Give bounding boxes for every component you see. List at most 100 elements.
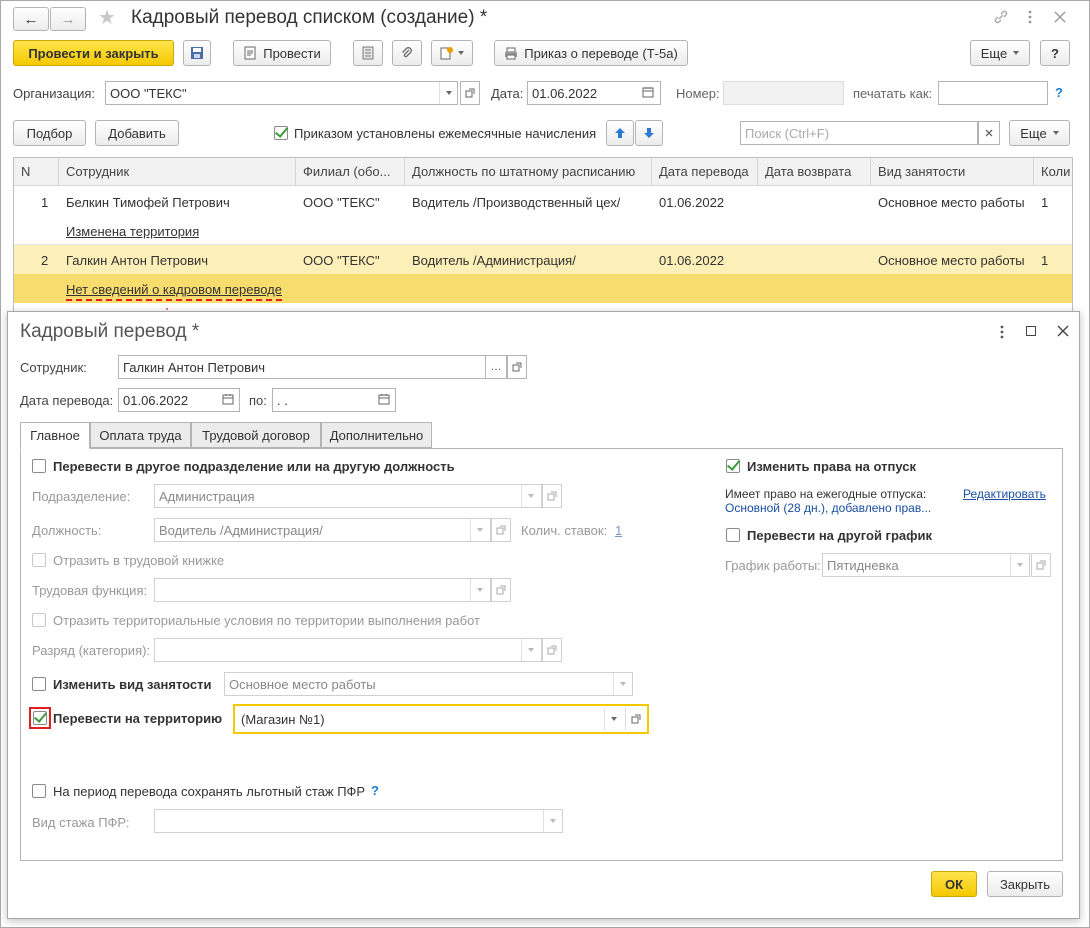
number-field[interactable] <box>723 81 844 105</box>
search-input[interactable]: Поиск (Ctrl+F) <box>740 121 978 145</box>
transfer-dept-checkbox[interactable] <box>32 459 46 473</box>
save-button[interactable] <box>183 40 211 66</box>
vacation-value[interactable]: Основной (28 дн.), добавлено прав... <box>725 501 931 515</box>
calendar-icon[interactable] <box>642 86 654 98</box>
column-header[interactable]: Филиал (обо... <box>296 158 405 186</box>
post-button[interactable]: Провести <box>233 40 331 66</box>
list-more-button[interactable]: Еще <box>1009 120 1070 146</box>
pfr-help-icon[interactable]: ? <box>371 783 379 798</box>
tab-additional[interactable]: Дополнительно <box>321 422 432 448</box>
change-employment-type-label: Изменить вид занятости <box>53 677 212 692</box>
tab-contract[interactable]: Трудовой договор <box>191 422 321 448</box>
labor-function-field[interactable] <box>154 578 491 602</box>
position-open-button[interactable] <box>491 518 511 542</box>
labor-function-dropdown-icon[interactable] <box>470 579 488 601</box>
column-header[interactable]: N <box>14 158 59 186</box>
search-clear-button[interactable] <box>978 121 1000 145</box>
more-button[interactable]: Еще <box>970 40 1030 66</box>
labor-function-open-button[interactable] <box>491 578 511 602</box>
column-header[interactable]: Коли <box>1034 158 1072 186</box>
date-field[interactable]: 01.06.2022 <box>527 81 661 105</box>
column-header[interactable]: Вид занятости <box>871 158 1034 186</box>
move-up-button[interactable] <box>606 120 634 146</box>
organization-field[interactable]: ООО "ТЕКС" <box>105 81 458 105</box>
workbook-checkbox[interactable] <box>32 553 46 567</box>
grade-dropdown-icon[interactable] <box>521 639 539 661</box>
help-icon[interactable]: ? <box>1055 85 1063 100</box>
territorial-checkbox[interactable] <box>32 613 46 627</box>
journal-button[interactable] <box>353 40 383 66</box>
column-header[interactable]: Должность по штатному расписанию <box>405 158 652 186</box>
print-as-field[interactable] <box>938 81 1048 105</box>
position-dropdown-icon[interactable] <box>470 519 488 541</box>
dialog-menu-icon[interactable] <box>999 324 1005 340</box>
list-icon <box>362 46 374 60</box>
no-transfer-info-link[interactable]: Нет сведений о кадровом переводе <box>66 282 282 301</box>
employment-type-dropdown-icon[interactable] <box>613 673 631 695</box>
rates-link[interactable]: 1 <box>615 523 622 538</box>
column-header[interactable]: Дата перевода <box>652 158 758 186</box>
vacation-info-label: Имеет право на ежегодные отпуска: <box>725 487 927 501</box>
vacation-rights-label: Изменить права на отпуск <box>747 459 916 474</box>
branch-cell: ООО "ТЕКС" <box>303 253 380 268</box>
change-employment-type-checkbox[interactable] <box>32 677 46 691</box>
employee-open-button[interactable] <box>507 355 527 379</box>
print-order-button[interactable]: Приказ о переводе (Т-5а) <box>494 40 688 66</box>
table-row[interactable]: 1 Белкин Тимофей Петрович ООО "ТЕКС" Вод… <box>14 187 1072 245</box>
help-button[interactable]: ? <box>1040 40 1070 66</box>
vacation-rights-checkbox[interactable] <box>726 459 740 473</box>
select-button[interactable]: Подбор <box>13 120 86 146</box>
transfer-date-cell: 01.06.2022 <box>659 195 725 210</box>
add-button[interactable]: Добавить <box>95 120 179 146</box>
favorite-star-icon[interactable]: ★ <box>98 5 116 30</box>
maximize-icon[interactable] <box>1026 326 1036 336</box>
schedule-checkbox[interactable] <box>726 528 740 542</box>
tab-payment[interactable]: Оплата труда <box>90 422 191 448</box>
employment-type-field[interactable]: Основное место работы <box>224 672 633 696</box>
territory-field[interactable]: (Магазин №1) <box>233 704 649 734</box>
employee-select-button[interactable]: … <box>485 355 507 379</box>
column-header[interactable]: Сотрудник <box>59 158 296 186</box>
forward-button[interactable]: → <box>50 7 86 31</box>
organization-dropdown-icon[interactable] <box>439 82 457 104</box>
grade-field[interactable] <box>154 638 542 662</box>
department-open-button[interactable] <box>542 484 562 508</box>
territory-open-button[interactable] <box>625 708 645 730</box>
position-cell: Водитель /Производственный цех/ <box>412 195 621 210</box>
territory-dropdown-icon[interactable] <box>604 708 622 730</box>
calendar-icon[interactable] <box>222 393 234 405</box>
move-down-button[interactable] <box>635 120 663 146</box>
schedule-open-button[interactable] <box>1031 553 1051 577</box>
employee-field[interactable]: Галкин Антон Петрович <box>118 355 486 379</box>
employees-table: N Сотрудник Филиал (обо... Должность по … <box>13 157 1073 313</box>
schedule-dropdown-icon[interactable] <box>1010 554 1028 576</box>
grade-open-button[interactable] <box>542 638 562 662</box>
menu-dots-icon[interactable] <box>1027 9 1033 25</box>
attach-button[interactable] <box>392 40 422 66</box>
post-and-close-button[interactable]: Провести и закрыть <box>13 40 174 66</box>
pfr-type-field[interactable] <box>154 809 563 833</box>
organization-open-button[interactable] <box>460 81 480 105</box>
pfr-type-dropdown-icon[interactable] <box>543 810 561 832</box>
tab-main[interactable]: Главное <box>20 422 90 449</box>
column-header[interactable]: Дата возврата <box>758 158 871 186</box>
ok-button[interactable]: ОК <box>931 871 977 897</box>
close-dialog-button[interactable]: Закрыть <box>987 871 1063 897</box>
table-row[interactable]: 2 Галкин Антон Петрович ООО "ТЕКС" Водит… <box>14 245 1072 303</box>
transfer-date-cell: 01.06.2022 <box>659 253 725 268</box>
pfr-checkbox[interactable] <box>32 784 46 798</box>
create-based-button[interactable] <box>431 40 473 66</box>
calendar-icon[interactable] <box>378 393 390 405</box>
vacation-edit-link[interactable]: Редактировать <box>963 487 1046 501</box>
link-icon[interactable] <box>993 9 1009 25</box>
department-field[interactable]: Администрация <box>154 484 542 508</box>
territory-changed-link[interactable]: Изменена территория <box>66 224 199 239</box>
back-button[interactable]: ← <box>13 7 49 31</box>
transfer-territory-checkbox[interactable] <box>33 711 47 725</box>
monthly-accruals-checkbox[interactable] <box>274 126 288 140</box>
close-icon[interactable] <box>1053 10 1067 24</box>
position-field[interactable]: Водитель /Администрация/ <box>154 518 491 542</box>
schedule-field[interactable]: Пятидневка <box>822 553 1030 577</box>
dialog-close-icon[interactable] <box>1056 324 1070 338</box>
department-dropdown-icon[interactable] <box>521 485 539 507</box>
